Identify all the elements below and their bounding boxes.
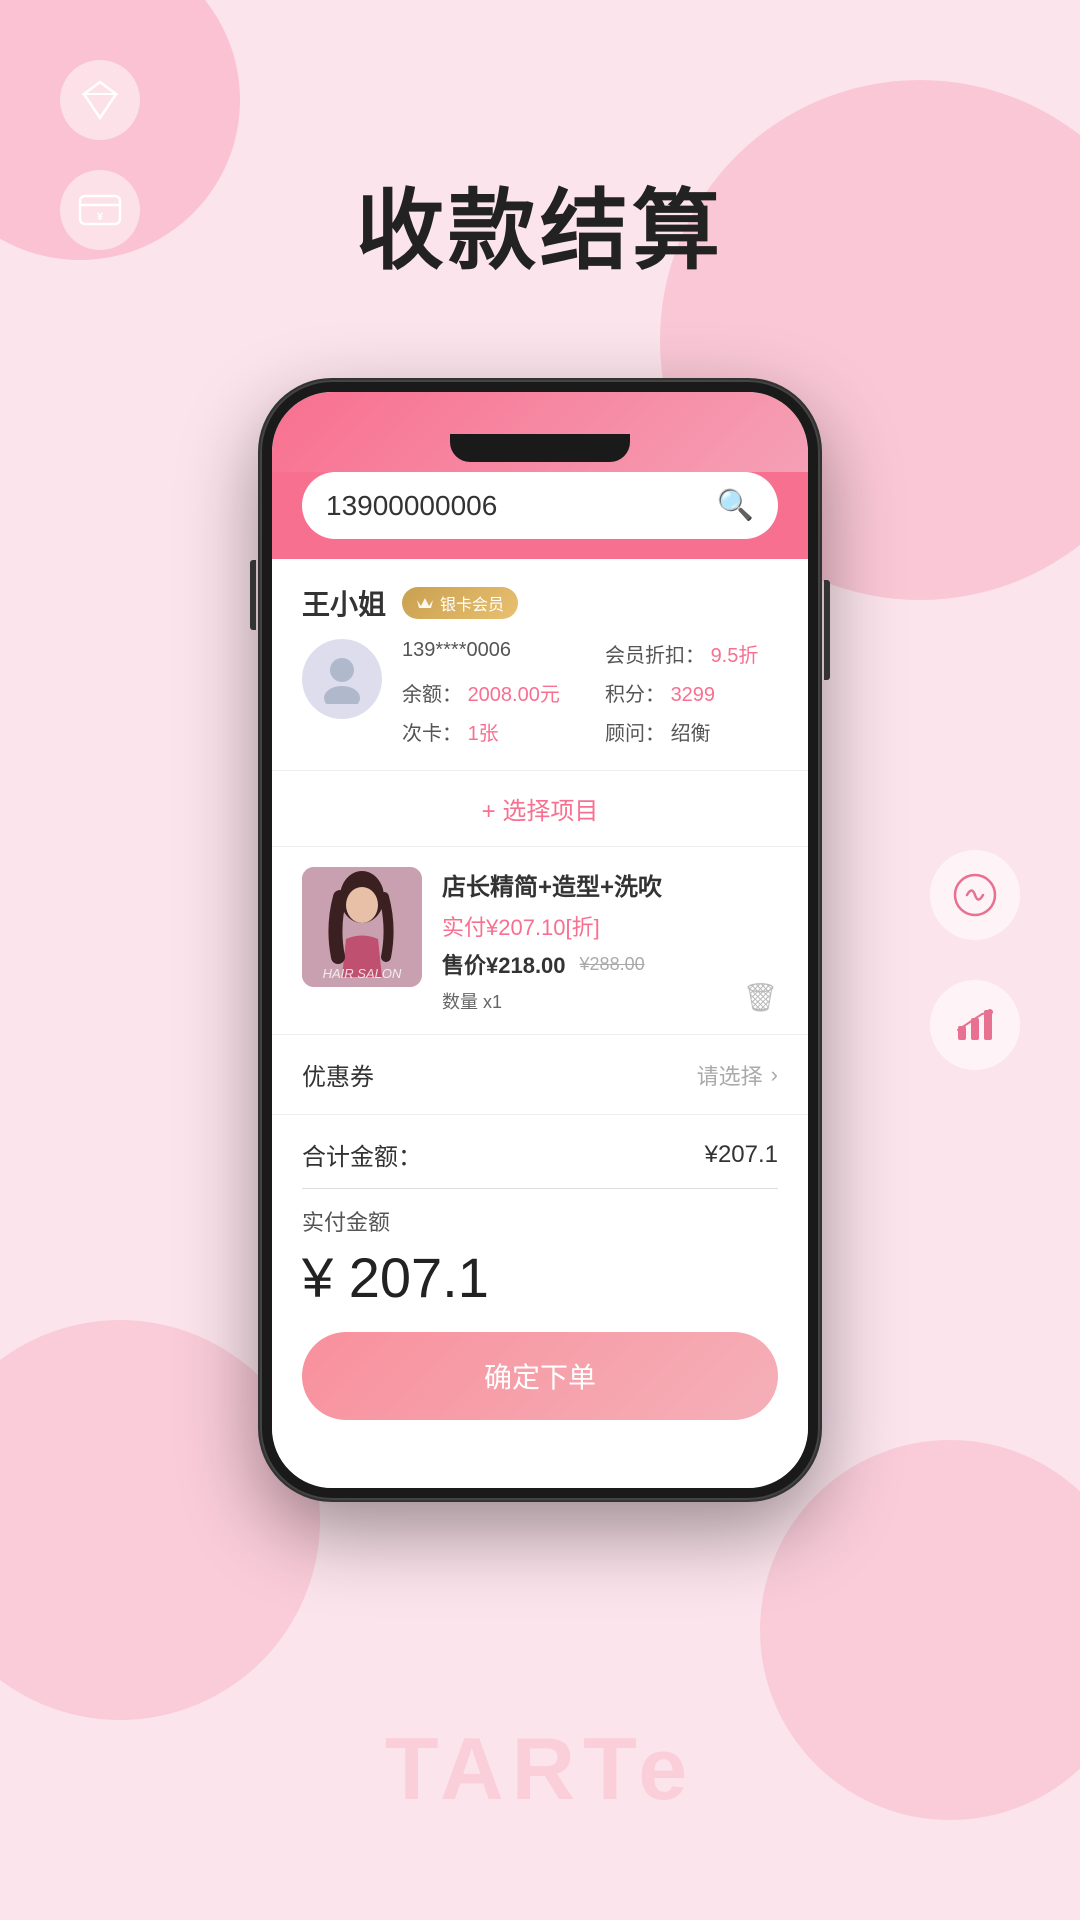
search-icon[interactable]: 🔍 xyxy=(717,488,754,523)
service-sale-price: 售价¥218.00 xyxy=(442,948,566,980)
member-card: 次卡： 1张 xyxy=(402,717,575,746)
member-badge-label: 银卡会员 xyxy=(440,591,504,615)
delete-icon[interactable]: 🗑 xyxy=(742,981,778,1014)
search-bar-container: 13900000006 🔍 xyxy=(272,472,808,559)
points-value: 3299 xyxy=(671,684,716,706)
total-label: 合计金额： xyxy=(302,1137,422,1172)
member-advisor: 顾问： 绍衡 xyxy=(605,717,778,746)
service-original-price: ¥288.00 xyxy=(580,954,645,975)
coupon-hint: 请选择 xyxy=(697,1059,763,1091)
confirm-button[interactable]: 确定下单 xyxy=(302,1332,778,1420)
right-icons xyxy=(930,850,1020,1070)
diamond-icon xyxy=(60,60,140,140)
member-points: 积分： 3299 xyxy=(605,678,778,707)
phone-screen: 13900000006 🔍 王小姐 银卡会员 xyxy=(272,392,808,1488)
phone-top-bar xyxy=(272,392,808,472)
member-avatar xyxy=(302,639,382,719)
service-card: HAIR SALON 店长精简+造型+洗吹 实付¥207.10[折] 售价¥21… xyxy=(302,867,778,1014)
member-phone: 139****0006 xyxy=(402,639,575,668)
actual-amount: ¥ 207.1 xyxy=(302,1245,778,1310)
service-info: 店长精简+造型+洗吹 实付¥207.10[折] 售价¥218.00 ¥288.0… xyxy=(442,867,722,1014)
phone-outer: 13900000006 🔍 王小姐 银卡会员 xyxy=(260,380,820,1500)
total-section: 合计金额： ¥207.1 实付金额 ¥ 207.1 xyxy=(272,1115,808,1320)
page-title: 收款结算 xyxy=(0,160,1080,287)
service-img-watermark: HAIR SALON xyxy=(323,966,402,981)
member-details: 139****0006 会员折扣： 9.5折 余额： 2008.00元 xyxy=(402,639,778,746)
service-section: HAIR SALON 店长精简+造型+洗吹 实付¥207.10[折] 售价¥21… xyxy=(272,847,808,1035)
total-value: ¥207.1 xyxy=(705,1141,778,1169)
phone-notch xyxy=(450,434,630,462)
member-section: 王小姐 银卡会员 xyxy=(272,559,808,771)
service-quantity: 数量 x1 xyxy=(442,988,722,1014)
content-area: 王小姐 银卡会员 xyxy=(272,559,808,1488)
service-price-row: 售价¥218.00 ¥288.00 xyxy=(442,948,722,980)
service-actual-price: 实付¥207.10[折] xyxy=(442,910,722,942)
search-value: 13900000006 xyxy=(326,490,497,522)
member-name: 王小姐 xyxy=(302,583,386,623)
chevron-right-icon: › xyxy=(771,1062,778,1088)
chart-icon xyxy=(930,980,1020,1070)
member-discount: 会员折扣： 9.5折 xyxy=(605,639,778,668)
coupon-label: 优惠券 xyxy=(302,1057,374,1092)
balance-value: 2008.00元 xyxy=(468,684,560,706)
service-name: 店长精简+造型+洗吹 xyxy=(442,867,722,902)
coupon-select[interactable]: 请选择 › xyxy=(697,1059,778,1091)
brand-text: TARTe xyxy=(0,1718,1080,1820)
coupon-row[interactable]: 优惠券 请选择 › xyxy=(272,1035,808,1115)
member-badge: 银卡会员 xyxy=(402,587,518,619)
phone-mockup: 13900000006 🔍 王小姐 银卡会员 xyxy=(260,380,820,1500)
actual-label: 实付金额 xyxy=(302,1205,778,1237)
miniprogram-icon xyxy=(930,850,1020,940)
total-row: 合计金额： ¥207.1 xyxy=(302,1137,778,1172)
member-body: 139****0006 会员折扣： 9.5折 余额： 2008.00元 xyxy=(302,639,778,746)
member-header: 王小姐 银卡会员 xyxy=(302,583,778,623)
advisor-value: 绍衡 xyxy=(671,723,711,745)
search-input-wrap[interactable]: 13900000006 🔍 xyxy=(302,472,778,539)
member-balance: 余额： 2008.00元 xyxy=(402,678,575,707)
service-image: HAIR SALON xyxy=(302,867,422,987)
add-item-label: + 选择项目 xyxy=(482,791,599,826)
discount-value: 9.5折 xyxy=(711,645,759,667)
add-item-row[interactable]: + 选择项目 xyxy=(272,771,808,847)
divider xyxy=(302,1188,778,1189)
card-value: 1张 xyxy=(468,723,499,745)
